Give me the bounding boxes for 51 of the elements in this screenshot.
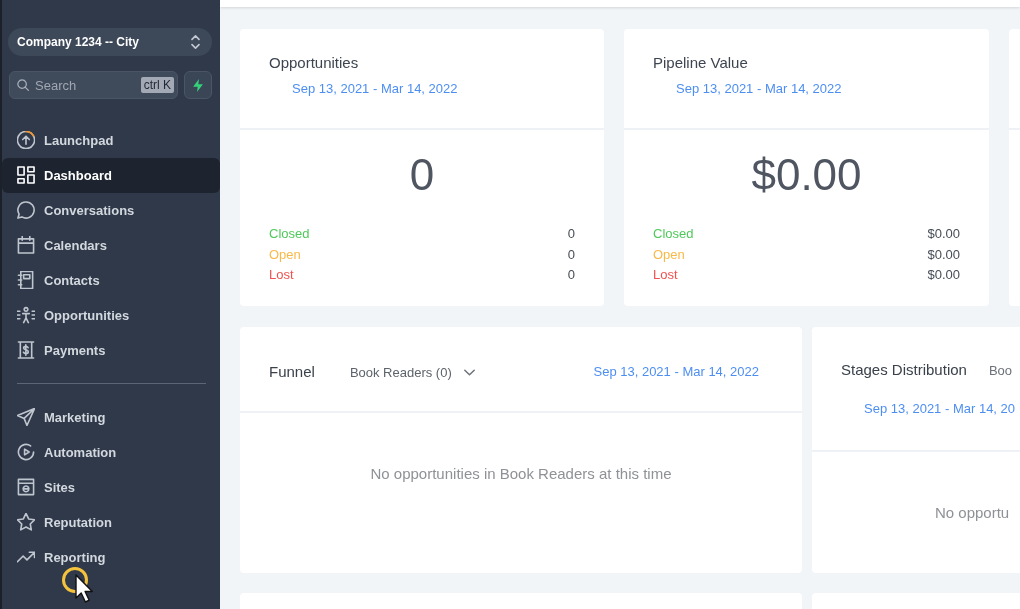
status-value: $0.00 — [927, 225, 960, 243]
nav-item[interactable]: Conversations — [2, 192, 220, 228]
person-dots-icon — [17, 306, 35, 324]
pipeline-dropdown[interactable]: Book Readers (0) — [349, 364, 475, 380]
status-value: 0 — [567, 245, 575, 264]
trend-line-icon — [17, 548, 35, 566]
status-label: Open — [269, 245, 301, 264]
nav-item[interactable]: Opportunities — [2, 297, 220, 333]
card-title: Opportunities — [269, 53, 359, 73]
status-value: $0.00 — [927, 266, 960, 284]
nav-item[interactable]: Dashboard — [2, 157, 220, 193]
grid-icon — [17, 166, 35, 184]
shortcut-hint: ctrl K — [140, 77, 174, 93]
lightning-icon — [193, 78, 203, 92]
nav-item[interactable]: Sites — [2, 469, 220, 505]
chat-bubble-icon — [17, 201, 35, 219]
total-value: $0.00 — [751, 150, 862, 200]
status-label: Closed — [269, 225, 310, 243]
nav-item[interactable]: Calendars — [2, 227, 220, 263]
empty-message: No opportunities in Book Readers at this time — [370, 465, 672, 482]
nav-item[interactable]: Contacts — [2, 262, 220, 298]
account-switcher[interactable]: Company 1234 -- City — [8, 28, 212, 56]
nav-item[interactable]: Reporting — [2, 539, 220, 575]
send-icon — [17, 408, 35, 426]
star-icon — [17, 513, 35, 531]
status-value: 0 — [567, 266, 575, 284]
nav-item[interactable]: Reputation — [2, 504, 220, 540]
dollar-document-icon — [17, 341, 35, 359]
quick-action-button[interactable] — [184, 71, 212, 99]
status-label: Open — [653, 245, 685, 264]
calendar-icon — [17, 236, 35, 254]
status-label: Closed — [653, 225, 694, 243]
empty-message: No opportu — [935, 504, 1010, 521]
address-book-icon — [17, 271, 35, 289]
status-value: 0 — [567, 225, 575, 243]
card-title: Pipeline Value — [653, 53, 748, 73]
nav-item[interactable]: Payments — [2, 332, 220, 368]
status-label: Lost — [269, 266, 294, 284]
panel-title: Stages Distribution — [841, 360, 967, 380]
browser-window-icon — [17, 478, 35, 496]
status-value: $0.00 — [927, 245, 960, 264]
status-label: Lost — [653, 266, 678, 284]
panel-title: Funnel — [269, 362, 315, 382]
nav-item[interactable]: Marketing — [2, 399, 220, 435]
nav-item[interactable]: Automation — [2, 434, 220, 470]
search-icon — [17, 79, 29, 91]
chevron-down-icon — [463, 368, 475, 376]
chevrons-up-down-icon — [191, 35, 200, 49]
nav-item[interactable]: Launchpad — [2, 122, 220, 158]
total-value: 0 — [409, 150, 435, 200]
pipeline-dropdown[interactable]: Boo — [988, 362, 1013, 378]
